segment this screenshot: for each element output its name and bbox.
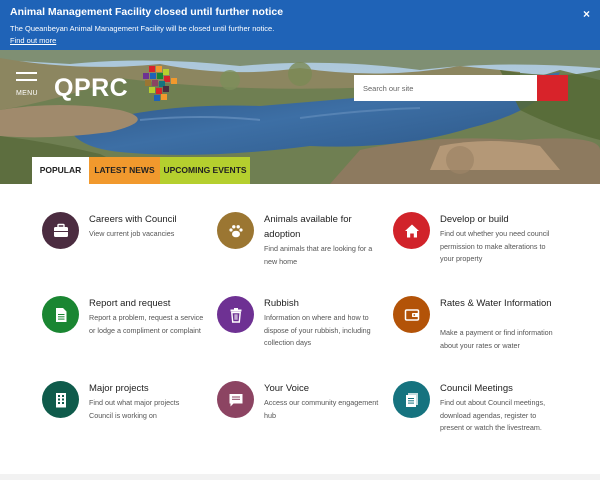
papers-icon [393, 381, 430, 418]
footer-strip [0, 474, 600, 480]
search-bar [354, 75, 568, 101]
alert-text: The Queanbeyan Animal Management Facilit… [10, 24, 275, 33]
card-title: Rates & Water Information [440, 298, 552, 309]
building-icon [42, 381, 79, 418]
card-title: Animals available for adoption [264, 214, 352, 240]
card-title: Council Meetings [440, 383, 513, 394]
alert-title: Animal Management Facility closed until … [10, 6, 284, 18]
alert-banner: Animal Management Facility closed until … [0, 0, 600, 50]
menu-label: MENU [16, 90, 38, 97]
speech-bubble-icon [217, 381, 254, 418]
tab-popular[interactable]: POPULAR [32, 157, 89, 184]
paw-icon [217, 212, 254, 249]
card-description: View current job vacancies [89, 229, 175, 238]
bin-icon [217, 296, 254, 333]
card-description: Report a problem, request a service or l… [89, 313, 204, 335]
hamburger-icon [16, 72, 37, 74]
search-button[interactable] [537, 75, 568, 101]
card-title: Your Voice [264, 383, 310, 394]
tab-latest-news[interactable]: LATEST NEWS [89, 157, 160, 184]
card-title: Major projects [89, 383, 149, 394]
card-title: Rubbish [264, 298, 299, 309]
logo-text: QPRC [54, 74, 129, 102]
wallet-icon [393, 296, 430, 333]
card-description: Find out whether you need council permis… [440, 229, 550, 263]
hamburger-icon-bar [16, 79, 37, 81]
card-title: Report and request [89, 298, 171, 309]
popular-links-grid: Careers with Council View current job va… [0, 184, 600, 480]
house-icon [393, 212, 430, 249]
menu-button[interactable]: MENU [16, 72, 40, 100]
card-description: Information on where and how to dispose … [264, 313, 371, 347]
card-description: Find animals that are looking for a new … [264, 244, 373, 266]
card-description: Make a payment or find information about… [440, 328, 553, 350]
card-description: Find out what major projects Council is … [89, 398, 180, 420]
card-title: Careers with Council [89, 214, 177, 225]
search-input[interactable] [354, 75, 537, 101]
close-icon[interactable]: × [583, 7, 590, 21]
card-description: Access our community engagement hub [264, 398, 379, 420]
card-title: Develop or build [440, 214, 509, 225]
card-description: Find out about Council meetings, downloa… [440, 398, 546, 432]
qprc-logo[interactable]: QPRC [54, 64, 184, 114]
tab-upcoming-events[interactable]: UPCOMING EVENTS [160, 157, 250, 184]
briefcase-icon [42, 212, 79, 249]
document-icon [42, 296, 79, 333]
logo-mosaic-icon [143, 66, 177, 101]
alert-find-out-more-link[interactable]: Find out more [10, 36, 56, 45]
